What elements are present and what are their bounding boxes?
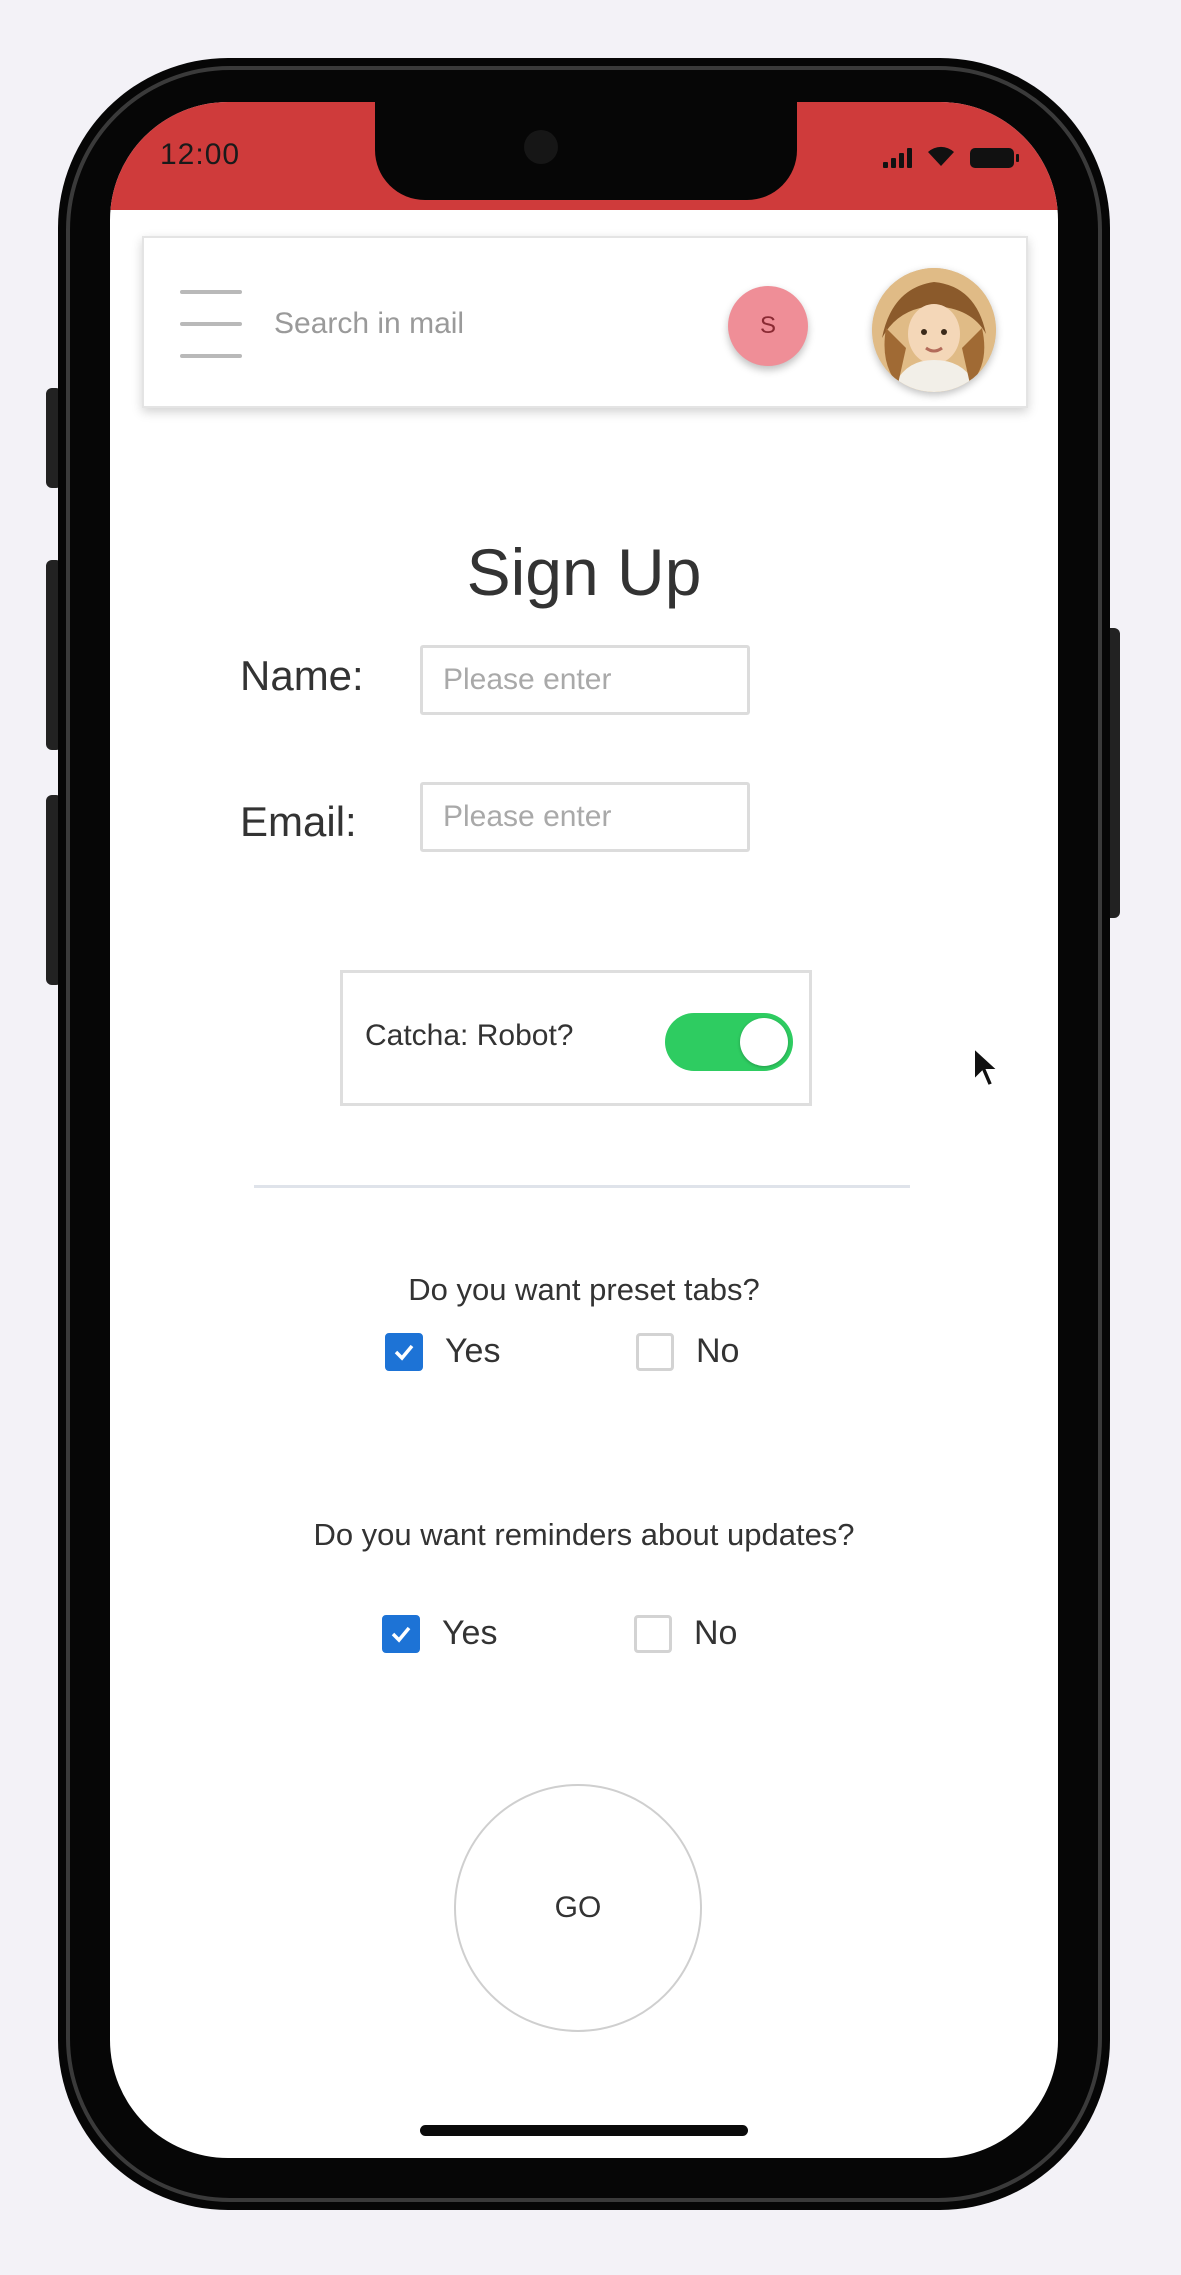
email-field[interactable] bbox=[420, 782, 750, 852]
search-input[interactable] bbox=[272, 296, 572, 352]
preset-tabs-no-label: No bbox=[696, 1332, 740, 1370]
captcha-box: Catcha: Robot? bbox=[340, 970, 812, 1106]
hamburger-menu-icon[interactable] bbox=[180, 290, 242, 358]
reminders-yes-label: Yes bbox=[442, 1614, 498, 1652]
account-badge[interactable]: S bbox=[728, 286, 808, 366]
question-preset-tabs: Do you want preset tabs? bbox=[408, 1272, 760, 1307]
reminders-yes-option[interactable]: Yes bbox=[382, 1614, 497, 1653]
preset-tabs-no-option[interactable]: No bbox=[636, 1332, 739, 1371]
account-badge-letter: S bbox=[759, 312, 776, 339]
email-label: Email: bbox=[240, 798, 357, 845]
avatar-image bbox=[872, 268, 996, 392]
signal-icon bbox=[883, 146, 912, 168]
toggle-knob bbox=[740, 1018, 788, 1066]
status-time: 12:00 bbox=[160, 138, 241, 171]
go-button[interactable]: GO bbox=[454, 1784, 702, 2032]
wifi-icon bbox=[928, 146, 954, 166]
avatar[interactable] bbox=[872, 268, 996, 392]
reminders-no-option[interactable]: No bbox=[634, 1614, 737, 1653]
name-field[interactable] bbox=[420, 645, 750, 715]
reminders-no-checkbox[interactable] bbox=[634, 1614, 672, 1653]
reminders-yes-checkbox[interactable] bbox=[382, 1614, 420, 1653]
battery-icon bbox=[970, 148, 1019, 168]
preset-tabs-yes-label: Yes bbox=[445, 1332, 501, 1370]
page-title: Sign Up bbox=[466, 535, 702, 609]
question-reminders: Do you want reminders about updates? bbox=[313, 1517, 855, 1552]
notch bbox=[375, 102, 797, 200]
preset-tabs-yes-option[interactable]: Yes bbox=[385, 1332, 500, 1371]
section-divider bbox=[254, 1185, 910, 1188]
front-camera bbox=[524, 130, 558, 164]
search-app-bar: S bbox=[142, 236, 1028, 408]
home-indicator[interactable] bbox=[420, 2125, 748, 2136]
checkmark-icon bbox=[391, 1626, 411, 1643]
preset-tabs-no-checkbox[interactable] bbox=[636, 1332, 674, 1371]
reminders-no-label: No bbox=[694, 1614, 738, 1652]
phone-screen: 12:00 Search in mail S Sign Up Name: Ple… bbox=[110, 102, 1058, 2158]
checkmark-icon bbox=[394, 1344, 414, 1361]
captcha-label: Catcha: Robot? bbox=[365, 1019, 574, 1052]
mouse-cursor-icon bbox=[973, 1046, 1001, 1088]
name-label: Name: bbox=[240, 652, 364, 699]
captcha-toggle[interactable] bbox=[665, 1013, 793, 1071]
preset-tabs-yes-checkbox[interactable] bbox=[385, 1332, 423, 1371]
status-icons bbox=[883, 136, 1019, 168]
